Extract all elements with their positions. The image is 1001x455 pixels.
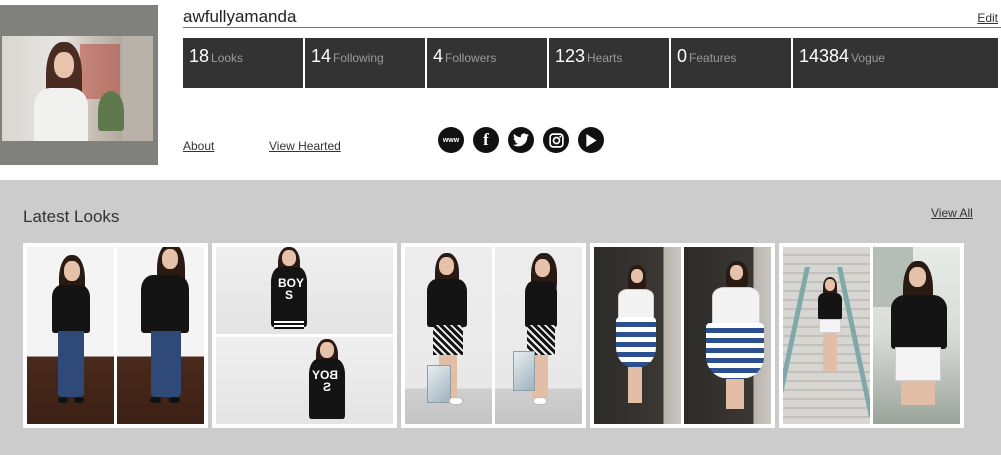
stat-hearts-value: 123 (555, 46, 586, 66)
stat-features-label: Features (689, 51, 737, 65)
stat-followers-label: Followers (445, 51, 497, 65)
look-photo: BOY S (216, 247, 393, 334)
stat-vogue-value: 14384 (799, 46, 850, 66)
stat-followers[interactable]: 4 Followers (427, 38, 547, 88)
stat-following-label: Following (333, 51, 384, 65)
look-photo (27, 247, 114, 424)
stat-looks-label: Looks (211, 51, 244, 65)
profile-stats: 18 Looks 14 Following 4 Followers 123 Hearts… (183, 38, 998, 88)
look-photo: BOY S (216, 337, 393, 424)
avatar-frame (0, 5, 158, 165)
about-link[interactable]: About (183, 139, 214, 153)
latest-looks-title: Latest Looks (23, 207, 120, 226)
look-card[interactable] (401, 243, 586, 428)
look-photo (594, 247, 681, 424)
look-photo (783, 247, 870, 424)
stat-vogue-label: Vogue (851, 51, 886, 65)
view-hearted-link[interactable]: View Hearted (269, 139, 341, 153)
www-icon[interactable]: www (438, 127, 464, 153)
look-photo (405, 247, 492, 424)
latest-looks-section: Latest Looks View All BOY S BOY S (0, 180, 1001, 455)
look-card[interactable]: BOY S BOY S (212, 243, 397, 428)
tee-print: BOY S (278, 276, 305, 302)
look-photo (684, 247, 771, 424)
stat-looks-value: 18 (189, 46, 210, 66)
look-card[interactable] (23, 243, 208, 428)
tee-print: BOY S (311, 368, 338, 394)
youtube-icon[interactable] (578, 127, 604, 153)
avatar[interactable] (2, 36, 153, 141)
look-card[interactable] (779, 243, 964, 428)
stat-hearts-label: Hearts (587, 51, 623, 65)
look-photo (873, 247, 960, 424)
stat-following-value: 14 (311, 46, 332, 66)
instagram-icon[interactable] (543, 127, 569, 153)
edit-profile-link[interactable]: Edit (977, 11, 998, 25)
social-links: www f (438, 127, 604, 153)
look-photo (117, 247, 204, 424)
stat-features[interactable]: 0 Features (671, 38, 791, 88)
facebook-icon[interactable]: f (473, 127, 499, 153)
stat-hearts[interactable]: 123 Hearts (549, 38, 669, 88)
look-card[interactable] (590, 243, 775, 428)
stat-vogue[interactable]: 14384 Vogue (793, 38, 998, 88)
stat-followers-value: 4 (433, 46, 444, 66)
look-photo (495, 247, 582, 424)
view-all-link[interactable]: View All (931, 206, 973, 220)
stat-looks[interactable]: 18 Looks (183, 38, 303, 88)
header-divider (183, 27, 1001, 28)
stat-features-value: 0 (677, 46, 688, 66)
username: awfullyamanda (183, 7, 297, 26)
stat-following[interactable]: 14 Following (305, 38, 425, 88)
twitter-icon[interactable] (508, 127, 534, 153)
